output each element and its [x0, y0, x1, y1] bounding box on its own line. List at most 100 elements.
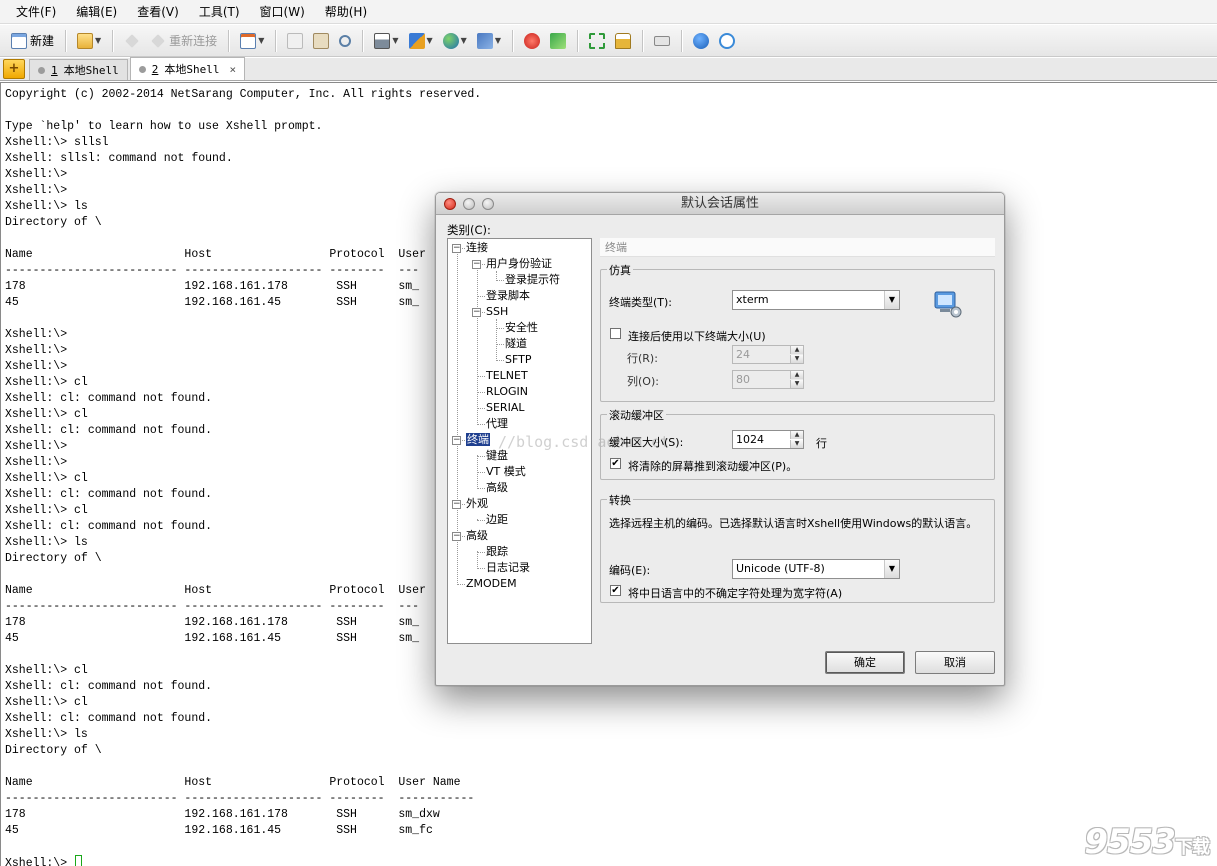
dialog-titlebar[interactable]: 默认会话属性 [436, 193, 1004, 215]
spin-down-icon[interactable]: ▼ [790, 440, 803, 448]
terminal-type-select[interactable]: xterm ▼ [732, 290, 900, 310]
terminal-line: 178 192.168.161.178 SSH sm_dxw [5, 808, 440, 821]
tree-collapse-icon[interactable]: − [452, 532, 461, 541]
help-button[interactable] [690, 29, 712, 53]
properties-button[interactable]: ▼ [237, 29, 267, 53]
tree-item[interactable]: 终端 [466, 432, 490, 448]
toolbar-separator [362, 29, 364, 52]
terminal-line: ------------------------- --------------… [5, 264, 420, 277]
dialog-title: 默认会话属性 [680, 196, 759, 211]
tree-item[interactable]: 登录脚本 [486, 288, 530, 304]
chevron-down-icon: ▼ [884, 560, 899, 578]
cjk-wide-checkbox[interactable]: ✔ [610, 585, 621, 596]
terminal-line: Copyright (c) 2002-2014 NetSarang Comput… [5, 88, 482, 101]
tree-item[interactable]: SFTP [505, 352, 531, 368]
tree-collapse-icon[interactable]: − [452, 500, 461, 509]
tree-collapse-icon[interactable]: − [452, 436, 461, 445]
terminal-line: Xshell:\> [5, 440, 68, 453]
spin-up-icon[interactable]: ▲ [790, 431, 803, 439]
chat-button[interactable] [716, 29, 738, 53]
tree-item-label: 登录脚本 [486, 289, 530, 302]
menu-help[interactable]: 帮助(H) [315, 0, 377, 24]
copy-button[interactable] [284, 29, 306, 53]
buffer-size-spinner[interactable]: 1024 ▲ ▼ [732, 430, 804, 449]
spin-up-icon[interactable]: ▲ [790, 371, 803, 379]
tree-item[interactable]: SERIAL [486, 400, 524, 416]
keyboard-button[interactable] [651, 29, 673, 53]
paste-icon [313, 32, 330, 49]
paste-button[interactable] [310, 29, 332, 53]
terminal-line: 45 192.168.161.45 SSH sm_ [5, 296, 420, 309]
tab-session-1[interactable]: 1 本地Shell [29, 59, 128, 80]
tree-item[interactable]: ZMODEM [466, 576, 517, 592]
menu-tools[interactable]: 工具(T) [189, 0, 250, 24]
menu-view[interactable]: 查看(V) [127, 0, 189, 24]
spin-down-icon[interactable]: ▼ [790, 355, 803, 363]
tree-item[interactable]: SSH [486, 304, 508, 320]
session-status-icon [38, 66, 45, 74]
tree-item[interactable]: 边距 [486, 512, 508, 528]
tree-item[interactable]: 登录提示符 [505, 272, 560, 288]
spin-up-icon[interactable]: ▲ [790, 346, 803, 354]
font-button[interactable]: ▼ [474, 29, 504, 53]
tree-item-label: VT 模式 [486, 465, 526, 478]
ok-button[interactable]: 确定 [825, 651, 905, 674]
terminal-line: Xshell: cl: command not found. [5, 520, 213, 533]
tree-item[interactable]: VT 模式 [486, 464, 526, 480]
cancel-button[interactable]: 取消 [915, 651, 995, 674]
xftp-button[interactable] [521, 29, 543, 53]
tree-item-label: RLOGIN [486, 385, 529, 398]
tree-item[interactable]: 外观 [466, 496, 488, 512]
encoding-select[interactable]: Unicode (UTF-8) ▼ [732, 559, 900, 579]
tree-collapse-icon[interactable]: − [452, 244, 461, 253]
fullscreen-button[interactable] [586, 29, 608, 53]
disconnect-button[interactable] [121, 29, 143, 53]
tab-session-2[interactable]: 2 本地Shell × [129, 57, 246, 80]
terminal-line: Xshell:\> cl [5, 376, 88, 389]
new-tab-button[interactable]: + [3, 59, 25, 79]
lock-button[interactable] [612, 29, 634, 53]
menu-file[interactable]: 文件(F) [6, 0, 66, 24]
push-screen-label: 将清除的屏幕推到滚动缓冲区(P)。 [628, 460, 798, 473]
tree-item-label: 代理 [486, 417, 508, 430]
tree-item[interactable]: 日志记录 [486, 560, 530, 576]
tree-item[interactable]: 代理 [486, 416, 508, 432]
print-button[interactable]: ▼ [371, 29, 401, 53]
transfer-button[interactable]: ▼ [406, 29, 436, 53]
tree-item[interactable]: 连接 [466, 240, 488, 256]
tree-item[interactable]: 高级 [466, 528, 488, 544]
tree-guide-line [496, 271, 497, 279]
tree-item[interactable]: 隧道 [505, 336, 527, 352]
tree-item[interactable]: 跟踪 [486, 544, 508, 560]
tree-item[interactable]: RLOGIN [486, 384, 528, 400]
tree-collapse-icon[interactable]: − [472, 308, 481, 317]
tab-number: 2 [151, 62, 159, 76]
rows-spinner[interactable]: 24 ▲ ▼ [732, 345, 804, 364]
xmanager-button[interactable] [547, 29, 569, 53]
tree-item[interactable]: 用户身份验证 [486, 256, 552, 272]
close-window-icon[interactable] [444, 198, 456, 210]
spin-down-icon[interactable]: ▼ [790, 380, 803, 388]
maximize-window-icon[interactable] [482, 198, 494, 210]
menu-edit[interactable]: 编辑(E) [66, 0, 127, 24]
reconnect-button[interactable]: 重新连接 [147, 29, 220, 53]
transfer-icon [408, 32, 425, 49]
use-size-checkbox[interactable] [610, 328, 621, 339]
terminal-line: Xshell:\> [5, 328, 68, 341]
cols-spinner[interactable]: 80 ▲ ▼ [732, 370, 804, 389]
tab-bar: + 1 本地Shell 2 本地Shell × [0, 57, 1217, 81]
tree-item[interactable]: 安全性 [505, 320, 538, 336]
tree-collapse-icon[interactable]: − [472, 260, 481, 269]
menu-window[interactable]: 窗口(W) [250, 0, 315, 24]
close-icon[interactable]: × [230, 63, 237, 76]
terminal-line: Xshell:\> cl [5, 504, 88, 517]
open-button[interactable]: ▼ [74, 29, 104, 53]
tree-item[interactable]: TELNET [486, 368, 528, 384]
globe-button[interactable]: ▼ [440, 29, 470, 53]
new-session-button[interactable]: 新建 [8, 29, 57, 53]
rows-value: 24 [736, 348, 750, 361]
find-button[interactable] [336, 29, 354, 53]
tree-item[interactable]: 高级 [486, 480, 508, 496]
push-screen-checkbox[interactable]: ✔ [610, 458, 621, 469]
minimize-window-icon[interactable] [463, 198, 475, 210]
